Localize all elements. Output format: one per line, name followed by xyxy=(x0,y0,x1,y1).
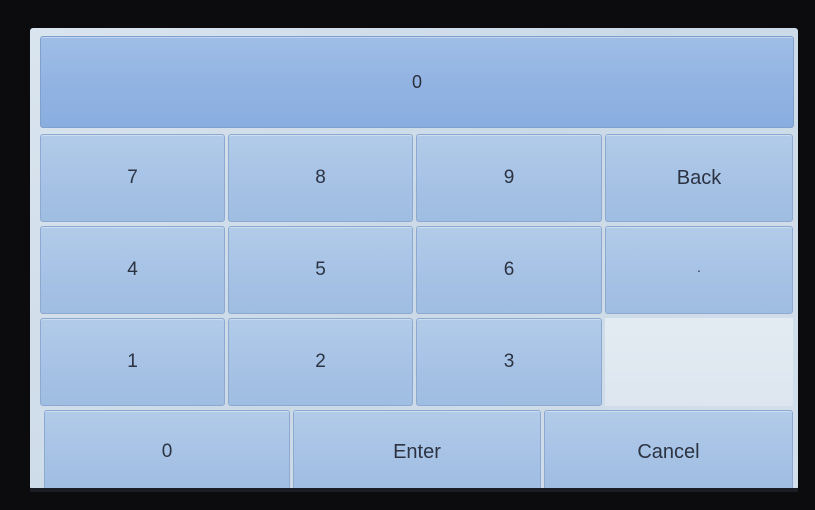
device-bezel: 0 7 8 9 Back 4 5 6 · 1 2 3 0 Enter Cance… xyxy=(0,0,815,510)
key-7[interactable]: 7 xyxy=(40,134,225,222)
cancel-button[interactable]: Cancel xyxy=(544,410,793,490)
key-3[interactable]: 3 xyxy=(416,318,602,406)
touch-screen: 0 7 8 9 Back 4 5 6 · 1 2 3 0 Enter Cance… xyxy=(30,28,798,490)
enter-button-label: Enter xyxy=(393,440,441,463)
key-2-label: 2 xyxy=(315,351,326,372)
display-value: 0 xyxy=(411,71,422,92)
key-6-label: 6 xyxy=(503,259,515,280)
key-8[interactable]: 8 xyxy=(228,134,413,222)
key-6[interactable]: 6 xyxy=(416,226,602,314)
back-button-label: Back xyxy=(676,166,722,189)
screen-bottom-edge xyxy=(30,488,798,492)
key-9-label: 9 xyxy=(503,167,515,188)
enter-button[interactable]: Enter xyxy=(293,410,541,490)
empty-key-area xyxy=(605,318,793,406)
cancel-button-label: Cancel xyxy=(637,440,700,463)
key-7-label: 7 xyxy=(127,167,138,188)
key-0-label: 0 xyxy=(161,441,173,462)
key-8-label: 8 xyxy=(315,167,326,188)
key-2[interactable]: 2 xyxy=(228,318,413,406)
key-5[interactable]: 5 xyxy=(228,226,413,314)
key-1[interactable]: 1 xyxy=(40,318,225,406)
key-0[interactable]: 0 xyxy=(44,410,290,490)
key-5-label: 5 xyxy=(315,259,326,280)
value-display: 0 xyxy=(40,36,794,128)
decimal-point-label: · xyxy=(696,262,702,278)
key-3-label: 3 xyxy=(503,351,515,372)
key-4-label: 4 xyxy=(127,259,138,280)
key-4[interactable]: 4 xyxy=(40,226,225,314)
decimal-point-button[interactable]: · xyxy=(605,226,793,314)
back-button[interactable]: Back xyxy=(605,134,793,222)
key-9[interactable]: 9 xyxy=(416,134,602,222)
key-1-label: 1 xyxy=(127,351,138,372)
